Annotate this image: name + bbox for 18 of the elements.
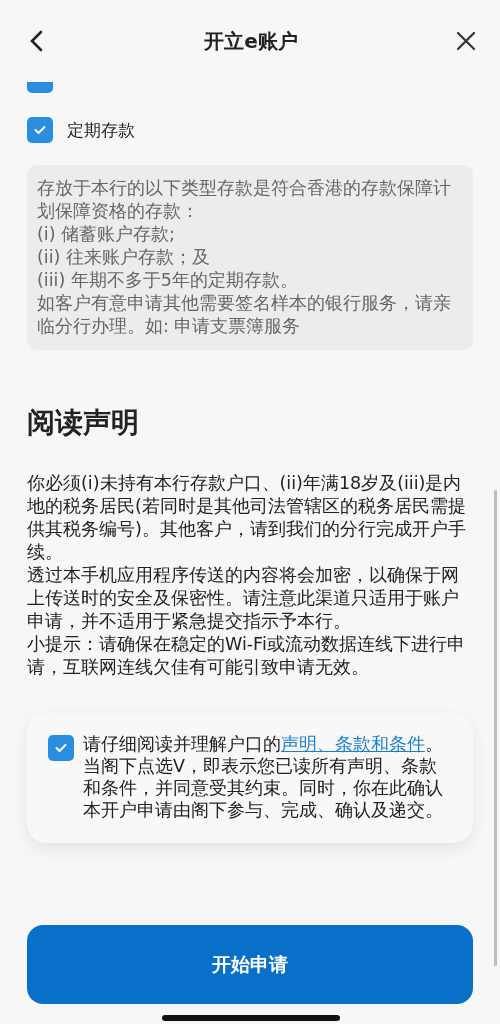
agreement-text: 请仔细阅读并理解户口的声明、条款和条件。当阁下点选V，即表示您已读所有声明、条款和条件，并同意受其约束。同时，你在此确认本开户申请由阁下参与、完成、确认及递交。 [83,733,444,821]
back-icon [29,30,43,52]
statement-paragraph: 你必须(i)未持有本行存款户口、(ii)年满18岁及(iii)是内地的税务居民(若同时是其他司法管辖区的税务居民需提供其税务编号)。其他客户，请到我们的分行完成开户手续。 [27,472,467,564]
option-label: 定期存款 [67,118,135,142]
window-title: 开立e账户 [204,27,298,55]
agreement-checkbox[interactable] [48,735,74,761]
notice-panel: 存放于本行的以下类型存款是符合香港的存款保障计划保障资格的存款： (i) 储蓄账户存款; (ii) 往来账户存款；及 (iii) 年期不多于5年的定期存款。 如客户有意申请其他需要签名样本的银行服务，请亲临分行办理。如: 申请支票簿服务 [27,165,473,350]
close-button[interactable] [454,29,478,53]
checkbox[interactable] [27,117,53,143]
start-application-button[interactable]: 开始申请 [27,925,473,1004]
checkbox[interactable] [27,82,53,93]
statement-paragraph: 小提示：请确保在稳定的Wi-Fi或流动数据连线下进行申请，互联网连线欠佳有可能引致申请无效。 [27,633,466,679]
checkmark-icon [34,125,46,135]
statement-paragraph: 透过本手机应用程序传送的内容将会加密，以确保于网上传送时的安全及保密性。请注意此渠道只适用于账户申请，并不适用于紧急提交指示予本行。 [27,564,460,633]
section-heading: 阅读声明 [27,405,140,441]
close-icon [456,31,476,51]
terms-link[interactable]: 声明、条款和条件 [281,734,425,754]
checkmark-icon [55,743,67,753]
